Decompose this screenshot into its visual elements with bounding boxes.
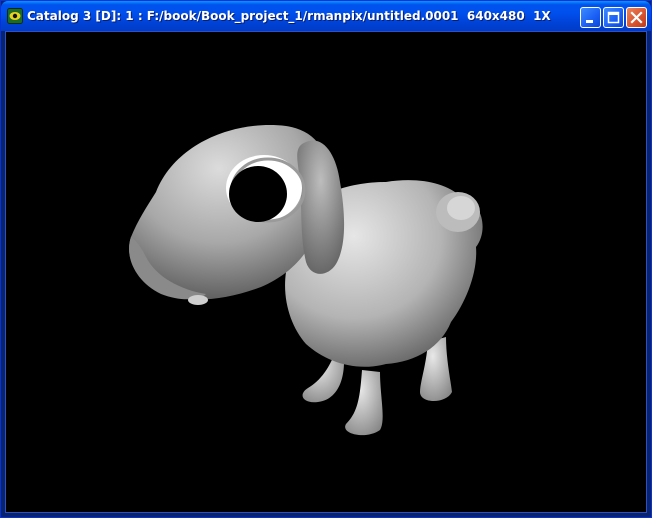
image-viewer-window: Catalog 3 [D]: 1 : F:/book/Book_project_…: [0, 0, 652, 518]
window-title: Catalog 3 [D]: 1 : F:/book/Book_project_…: [27, 9, 551, 23]
minimize-button[interactable]: [580, 7, 601, 28]
render-viewport[interactable]: [5, 31, 647, 513]
sheep-pupil: [229, 166, 287, 222]
title-bar[interactable]: Catalog 3 [D]: 1 : F:/book/Book_project_…: [1, 1, 651, 31]
sheep-mouth: [188, 295, 208, 305]
minimize-icon: [586, 20, 593, 23]
close-button[interactable]: [626, 7, 647, 28]
maximize-button[interactable]: [603, 7, 624, 28]
maximize-icon: [607, 11, 620, 24]
sheep-leg: [345, 370, 383, 436]
sheep: [129, 125, 483, 436]
rendered-sheep-image: [129, 125, 483, 436]
close-icon: [630, 11, 643, 24]
render-viewer-icon[interactable]: [7, 8, 23, 24]
